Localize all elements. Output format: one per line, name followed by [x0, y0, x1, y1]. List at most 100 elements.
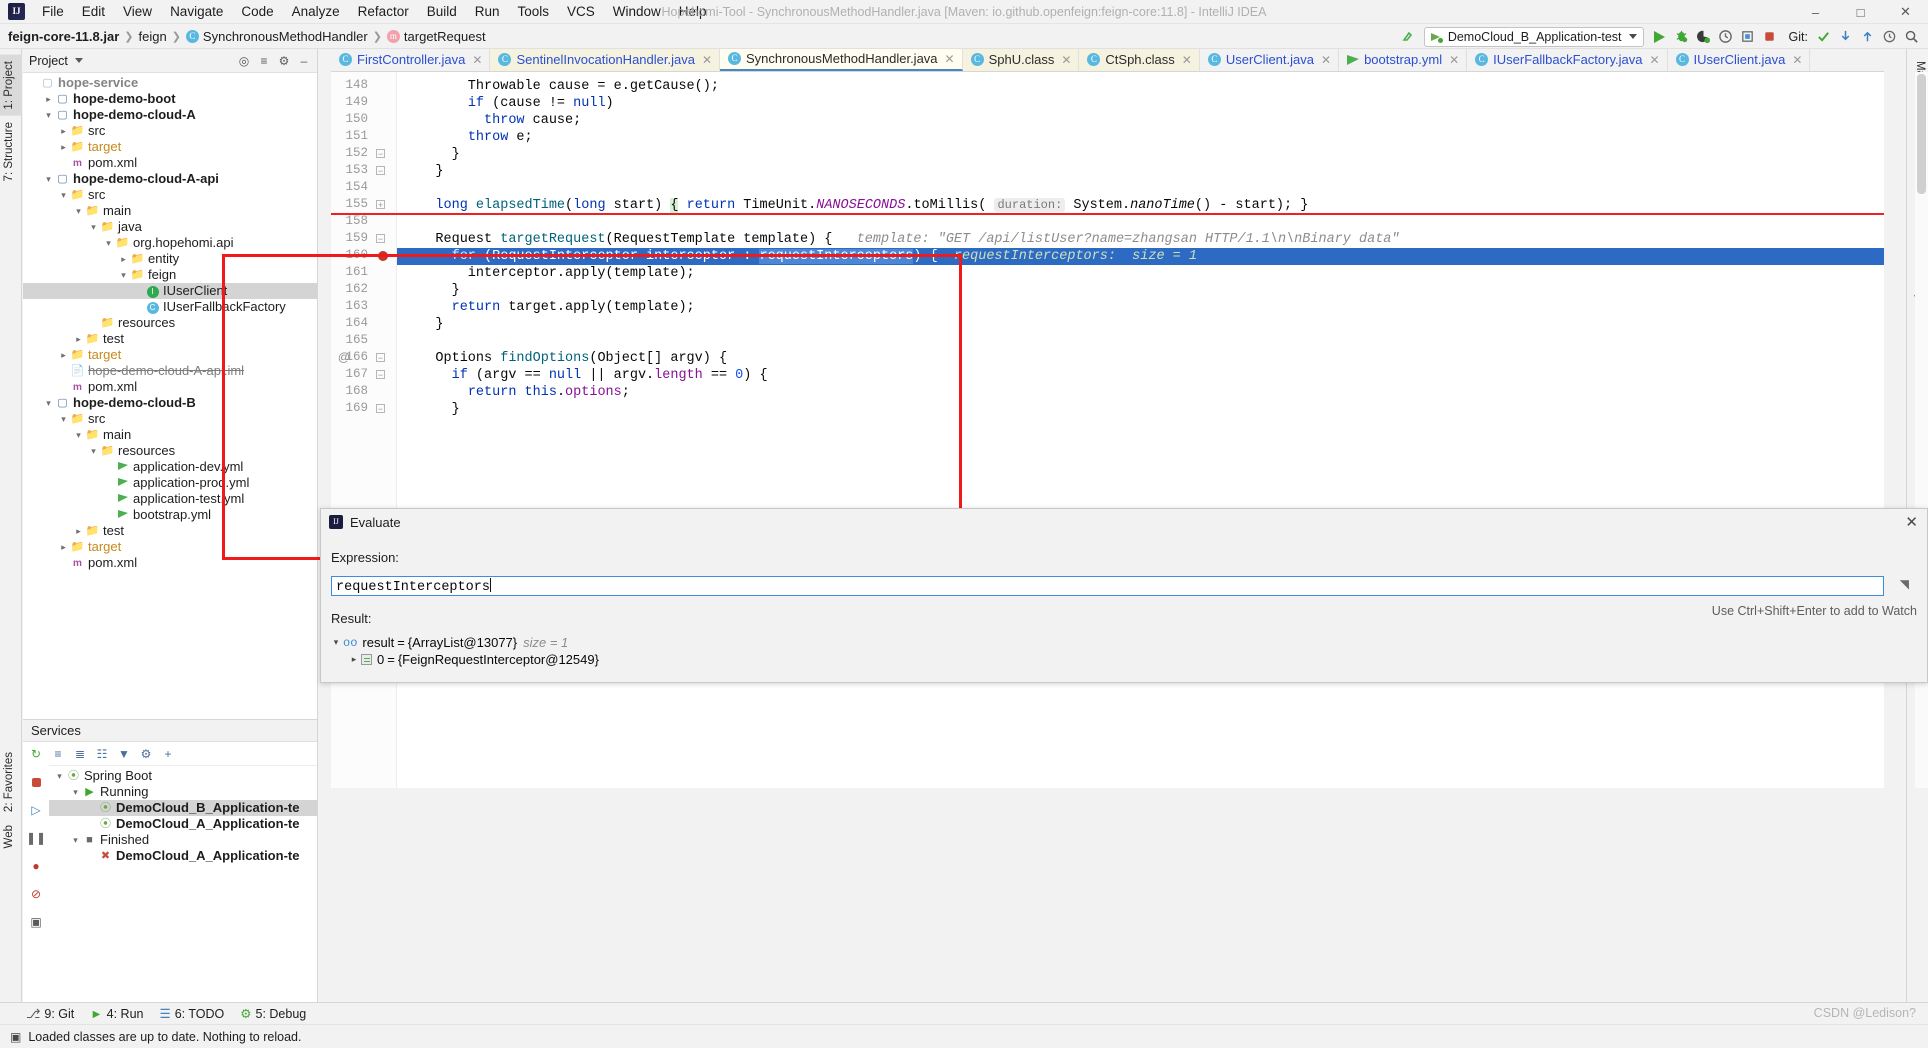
window-controls[interactable]: – □ ✕	[1793, 0, 1928, 24]
stop-button[interactable]	[1759, 26, 1781, 48]
rerun-icon[interactable]: ↻	[28, 746, 44, 762]
project-tree-item[interactable]: ▾ 📁 resources	[23, 443, 317, 459]
project-tree-item[interactable]: application-test.yml	[23, 491, 317, 507]
git-update-icon[interactable]	[1834, 26, 1856, 48]
project-tree-item[interactable]: ▾ 📁 feign	[23, 267, 317, 283]
tree-expand-arrow-icon[interactable]: ▸	[117, 251, 130, 267]
services-tree-item[interactable]: ⦿ DemoCloud_B_Application-te	[49, 800, 317, 816]
tree-expand-arrow-icon[interactable]: ▾	[53, 768, 66, 784]
fold-toggle-icon[interactable]: −	[375, 404, 386, 415]
back-arrow-icon[interactable]	[1397, 26, 1419, 48]
close-icon[interactable]: ✕	[1792, 53, 1802, 67]
evaluate-dialog[interactable]: Evaluate ✕ Expression: requestIntercepto…	[320, 508, 1928, 683]
tree-expand-arrow-icon[interactable]: ▾	[42, 171, 55, 187]
tree-expand-arrow-icon[interactable]: ▾	[69, 784, 82, 800]
fold-toggle-icon[interactable]: −	[375, 234, 386, 245]
editor-tab[interactable]: C FirstController.java ✕	[331, 49, 491, 71]
fold-toggle-icon[interactable]: −	[375, 149, 386, 160]
expression-input[interactable]: requestInterceptors	[331, 576, 1884, 596]
tree-expand-arrow-icon[interactable]: ▸	[72, 331, 85, 347]
fold-toggle-icon[interactable]: −	[375, 166, 386, 177]
close-icon[interactable]: ✕	[1061, 53, 1071, 67]
editor-tab[interactable]: C CtSph.class ✕	[1079, 49, 1200, 71]
run-configuration-selector[interactable]: DemoCloud_B_Application-test	[1423, 26, 1644, 47]
code-line[interactable]: Options findOptions(Object[] argv) {	[403, 350, 727, 367]
tree-expand-arrow-icon[interactable]: ▾	[87, 219, 100, 235]
project-tree-item[interactable]: 📁 resources	[23, 315, 317, 331]
project-tree-item[interactable]: ▾ ▢ hope-demo-cloud-B	[23, 395, 317, 411]
tree-expand-arrow-icon[interactable]: ▸	[57, 347, 70, 363]
project-tree-item[interactable]: ▸ 📁 src	[23, 123, 317, 139]
chevron-down-icon[interactable]	[1628, 34, 1637, 39]
project-tree-item[interactable]: ▾ 📁 main	[23, 427, 317, 443]
minimize-button[interactable]: –	[1793, 0, 1838, 24]
services-tree-item[interactable]: ▾ ⦿ Spring Boot	[49, 768, 317, 784]
git-history-icon[interactable]	[1878, 26, 1900, 48]
group-icon[interactable]: ☷	[95, 747, 109, 761]
fold-toggle-icon[interactable]: +	[375, 200, 386, 211]
close-icon[interactable]: ✕	[1449, 53, 1459, 67]
code-line[interactable]: if (argv == null || argv.length == 0) {	[403, 367, 768, 384]
tree-expand-arrow-icon[interactable]: ▸	[57, 139, 70, 155]
project-tree-item[interactable]: I IUserClient	[23, 283, 317, 299]
editor-tab[interactable]: bootstrap.yml ✕	[1339, 49, 1468, 71]
pause-icon[interactable]: ❚❚	[26, 830, 46, 846]
project-tree-item[interactable]: ▾ ▢ hope-demo-cloud-A-api	[23, 171, 317, 187]
close-icon[interactable]: ✕	[945, 52, 955, 66]
run-button[interactable]	[1649, 26, 1671, 48]
code-line[interactable]: interceptor.apply(template);	[403, 265, 695, 282]
code-line[interactable]: }	[403, 401, 460, 418]
fold-toggle-icon[interactable]: −	[375, 370, 386, 381]
breakpoint-off-icon[interactable]: ⊘	[28, 886, 44, 902]
project-tree-item[interactable]: ▸ 📁 entity	[23, 251, 317, 267]
menu-edit[interactable]: Edit	[73, 0, 114, 24]
project-tree-item[interactable]: ▢ hope-service	[23, 75, 317, 91]
menu-refactor[interactable]: Refactor	[349, 0, 418, 24]
evaluate-result-row[interactable]: ▸ 0 = {FeignRequestInterceptor@12549}	[321, 651, 1927, 668]
menu-tools[interactable]: Tools	[509, 0, 559, 24]
tree-expand-arrow-icon[interactable]: ▾	[57, 411, 70, 427]
project-tree-item[interactable]: ▸ 📁 target	[23, 347, 317, 363]
close-icon[interactable]: ✕	[1649, 53, 1659, 67]
tree-expand-arrow-icon[interactable]: ▸	[72, 523, 85, 539]
expand-editor-icon[interactable]: ◥	[1900, 577, 1909, 591]
tree-expand-arrow-icon[interactable]: ▾	[72, 427, 85, 443]
expand-arrow-icon[interactable]: ▾	[329, 637, 343, 648]
editor-tab[interactable]: C UserClient.java ✕	[1199, 49, 1340, 71]
project-tree-item[interactable]: bootstrap.yml	[23, 507, 317, 523]
project-tree-item[interactable]: ▾ 📁 src	[23, 187, 317, 203]
breadcrumb-class[interactable]: SynchronousMethodHandler	[203, 29, 368, 44]
project-tree-item[interactable]: ▾ ▢ hope-demo-cloud-A	[23, 107, 317, 123]
code-line[interactable]: throw cause;	[403, 112, 581, 129]
editor-tab[interactable]: C SphU.class ✕	[962, 49, 1080, 71]
project-tree-item[interactable]: ▾ 📁 java	[23, 219, 317, 235]
tree-expand-arrow-icon[interactable]: ▸	[42, 91, 55, 107]
breadcrumb-package[interactable]: feign	[139, 29, 167, 44]
fold-toggle-icon[interactable]: −	[375, 353, 386, 364]
code-line[interactable]: }	[403, 163, 443, 180]
menu-window[interactable]: Window	[604, 0, 670, 24]
close-icon[interactable]: ✕	[702, 53, 712, 67]
tree-expand-arrow-icon[interactable]: ▾	[72, 203, 85, 219]
settings-icon[interactable]: ⚙	[139, 747, 153, 761]
project-tree-item[interactable]: 📄 hope-demo-cloud-A-api.iml	[23, 363, 317, 379]
tool-tab-project[interactable]: 1: Project	[0, 55, 22, 116]
code-line[interactable]: if (cause != null)	[403, 95, 614, 112]
project-tree-item[interactable]: ▸ 📁 target	[23, 139, 317, 155]
project-tree-item[interactable]: ▾ 📁 org.hopehomi.api	[23, 235, 317, 251]
menu-view[interactable]: View	[114, 0, 161, 24]
code-line[interactable]: for (RequestInterceptor interceptor : re…	[403, 248, 1197, 265]
expand-arrow-icon[interactable]: ▸	[347, 654, 361, 665]
tool-tab-web[interactable]: Web	[0, 819, 22, 854]
code-line[interactable]: return this.options;	[403, 384, 630, 401]
code-line[interactable]: }	[403, 282, 460, 299]
hide-icon[interactable]: –	[295, 52, 313, 70]
bottom-tab-debug[interactable]: ⚙ 5: Debug	[240, 1006, 306, 1022]
services-tree[interactable]: ▾ ⦿ Spring Boot ▾ ▶ Running ⦿ DemoCloud_B_Appli…	[49, 766, 317, 1024]
breadcrumb[interactable]: feign-core-11.8.jar ❯ feign ❯ C Synchron…	[8, 29, 486, 44]
profiler-button[interactable]	[1715, 26, 1737, 48]
project-tree-item[interactable]: ▸ 📁 test	[23, 331, 317, 347]
project-tree-item[interactable]: ▸ ▢ hope-demo-boot	[23, 91, 317, 107]
project-tree-item[interactable]: application-prod.yml	[23, 475, 317, 491]
close-icon[interactable]: ✕	[1905, 513, 1918, 531]
